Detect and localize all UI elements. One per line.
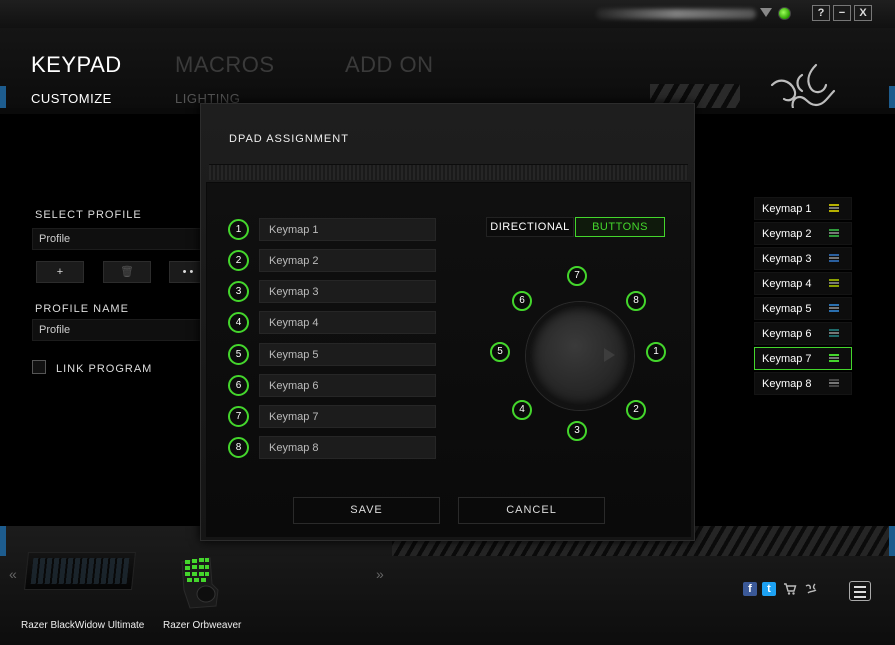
keymap-item[interactable]: Keymap 2 [754, 222, 852, 245]
orbweaver-device-image[interactable] [176, 544, 226, 610]
row-number-badge: 2 [228, 250, 249, 271]
keymap-item[interactable]: Keymap 1 [754, 197, 852, 220]
device-next-button[interactable]: » [376, 566, 384, 582]
tab-macros[interactable]: MACROS [175, 52, 275, 78]
keymap-assignment-field[interactable]: Keymap 2 [259, 249, 436, 272]
keymap-item[interactable]: Keymap 5 [754, 297, 852, 320]
keymap-color-swatch [829, 304, 839, 314]
dpad-assignment-dialog: DPAD ASSIGNMENT 1 Keymap 1 2 Keymap 2 3 Keyma… [200, 103, 695, 541]
dpad-button-4[interactable]: 4 [512, 400, 532, 420]
delete-profile-button[interactable]: 🗑 [103, 261, 151, 283]
device-prev-button[interactable]: « [9, 566, 17, 582]
help-button[interactable]: ? [812, 5, 830, 21]
dpad-button-7[interactable]: 7 [567, 266, 587, 286]
keymap-color-swatch [829, 254, 839, 264]
keymap-item[interactable]: Keymap 6 [754, 322, 852, 345]
keymap-label: Keymap 7 [762, 353, 812, 365]
keymap-label: Keymap 2 [762, 228, 812, 240]
row-number-badge: 4 [228, 312, 249, 333]
device-label-orbweaver: Razer Orbweaver [163, 620, 242, 631]
dpad-button-8[interactable]: 8 [626, 291, 646, 311]
keymap-item[interactable]: Keymap 8 [754, 372, 852, 395]
keymap-list: Keymap 1 Keymap 2 Keymap 3 Keymap 4 Keymap 5… [754, 197, 852, 397]
keymap-color-swatch [829, 379, 839, 389]
title-bar: ? − X [0, 0, 895, 28]
keymap-assignment-field[interactable]: Keymap 6 [259, 374, 436, 397]
dialog-title: DPAD ASSIGNMENT [229, 133, 349, 145]
profile-name-label: PROFILE NAME [35, 303, 129, 315]
keymap-color-swatch [829, 329, 839, 339]
store-icon[interactable] [783, 582, 797, 596]
right-accent [889, 86, 895, 108]
menu-button[interactable] [849, 581, 871, 601]
row-number-badge: 3 [228, 281, 249, 302]
dpad-button-5[interactable]: 5 [490, 342, 510, 362]
keymap-assignment-field[interactable]: Keymap 7 [259, 405, 436, 428]
buttons-mode-button[interactable]: BUTTONS [575, 217, 665, 237]
subtab-customize[interactable]: CUSTOMIZE [31, 91, 112, 106]
chevron-down-icon[interactable] [760, 8, 772, 17]
select-profile-label: SELECT PROFILE [35, 209, 142, 221]
keymap-assignment-field[interactable]: Keymap 3 [259, 280, 436, 303]
keymap-assignment-field[interactable]: Keymap 5 [259, 343, 436, 366]
keymap-assignment-field[interactable]: Keymap 8 [259, 436, 436, 459]
cancel-button[interactable]: CANCEL [458, 497, 605, 524]
play-arrow-icon [604, 348, 615, 362]
close-button[interactable]: X [854, 5, 872, 21]
keymap-label: Keymap 8 [762, 378, 812, 390]
row-number-badge: 5 [228, 344, 249, 365]
keymap-label: Keymap 3 [762, 253, 812, 265]
left-accent [0, 86, 6, 108]
add-profile-button[interactable]: + [36, 261, 84, 283]
keymap-assignment-field[interactable]: Keymap 1 [259, 218, 436, 241]
razer-icon[interactable] [804, 582, 818, 596]
keymap-label: Keymap 6 [762, 328, 812, 340]
keymap-label: Keymap 4 [762, 278, 812, 290]
tab-keypad[interactable]: KEYPAD [31, 52, 122, 78]
blackwidow-device-image[interactable] [24, 552, 136, 590]
profile-name-field[interactable]: Profile [32, 319, 207, 341]
keymap-assignment-field[interactable]: Keymap 4 [259, 311, 436, 334]
keymap-color-swatch [829, 229, 839, 239]
dpad-button-1[interactable]: 1 [646, 342, 666, 362]
link-program-checkbox[interactable] [32, 360, 46, 374]
twitter-icon[interactable]: t [762, 582, 776, 596]
save-button[interactable]: SAVE [293, 497, 440, 524]
keymap-item[interactable]: Keymap 7 [754, 347, 852, 370]
minimize-button[interactable]: − [833, 5, 851, 21]
keymap-color-swatch [829, 279, 839, 289]
row-number-badge: 6 [228, 375, 249, 396]
keymap-label: Keymap 1 [762, 203, 812, 215]
online-status-icon [778, 7, 791, 20]
row-number-badge: 7 [228, 406, 249, 427]
keymap-item[interactable]: Keymap 3 [754, 247, 852, 270]
username-blurred[interactable] [596, 9, 756, 19]
header: KEYPAD MACROS ADD ON CUSTOMIZE LIGHTING [0, 28, 895, 133]
dialog-stripe [209, 164, 688, 180]
facebook-icon[interactable]: f [743, 582, 757, 596]
device-bar: « » Razer BlackWidow Ultimate Razer Orbw… [0, 526, 895, 645]
device-label-blackwidow: Razer BlackWidow Ultimate [21, 620, 145, 631]
keymap-color-swatch [829, 204, 839, 214]
keymap-color-swatch [829, 354, 839, 364]
profile-dropdown[interactable]: Profile [32, 228, 207, 250]
bottom-right-accent [889, 526, 895, 556]
tab-add-on[interactable]: ADD ON [345, 52, 434, 78]
row-number-badge: 1 [228, 219, 249, 240]
link-program-label: LINK PROGRAM [56, 363, 153, 375]
dpad-button-3[interactable]: 3 [567, 421, 587, 441]
directional-mode-button[interactable]: DIRECTIONAL [486, 217, 574, 237]
bottom-left-accent [0, 526, 6, 556]
dpad-button-6[interactable]: 6 [512, 291, 532, 311]
keymap-label: Keymap 5 [762, 303, 812, 315]
keymap-item[interactable]: Keymap 4 [754, 272, 852, 295]
dpad-center [526, 302, 634, 410]
dpad-button-2[interactable]: 2 [626, 400, 646, 420]
row-number-badge: 8 [228, 437, 249, 458]
